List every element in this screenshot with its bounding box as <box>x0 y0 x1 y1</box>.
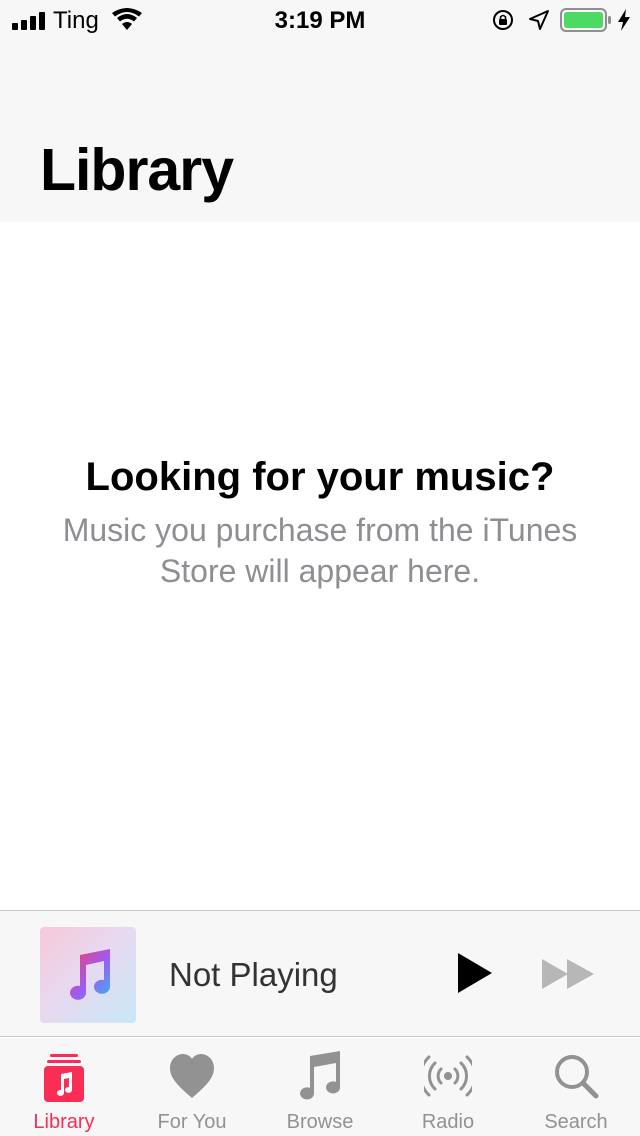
tab-radio[interactable]: Radio <box>384 1038 512 1136</box>
tab-library-label: Library <box>33 1111 95 1133</box>
fast-forward-button[interactable] <box>540 957 596 991</box>
library-icon <box>44 1054 84 1102</box>
tab-bar: Library For You Browse Radio Search <box>0 1038 640 1136</box>
tab-radio-label: Radio <box>421 1111 475 1133</box>
battery-icon <box>560 8 611 32</box>
play-button[interactable] <box>452 951 496 995</box>
heart-icon <box>170 1054 214 1098</box>
rotation-lock-icon <box>493 10 513 30</box>
tab-browse-label: Browse <box>286 1111 354 1133</box>
mini-player[interactable]: Not Playing <box>0 910 640 1037</box>
tab-for-you-label: For You <box>157 1111 227 1133</box>
tab-search[interactable]: Search <box>512 1038 640 1136</box>
empty-state-heading: Looking for your music? <box>85 455 555 499</box>
tab-browse[interactable]: Browse <box>256 1038 384 1136</box>
radio-icon <box>424 1055 472 1097</box>
page-title: Library <box>40 137 234 203</box>
music-note-icon <box>300 1051 340 1100</box>
album-artwork[interactable] <box>40 927 136 1023</box>
search-icon <box>555 1055 599 1099</box>
music-note-icon <box>70 949 110 1000</box>
tab-for-you[interactable]: For You <box>128 1038 256 1136</box>
tab-library[interactable]: Library <box>0 1038 128 1136</box>
tab-search-label: Search <box>544 1111 608 1133</box>
location-icon <box>529 10 549 30</box>
empty-state-description: Music you purchase from the iTunes Store… <box>62 512 578 589</box>
now-playing-status: Not Playing <box>169 956 338 993</box>
status-bar: Ting 3:19 PM <box>0 0 640 40</box>
charging-bolt-icon <box>618 9 630 31</box>
